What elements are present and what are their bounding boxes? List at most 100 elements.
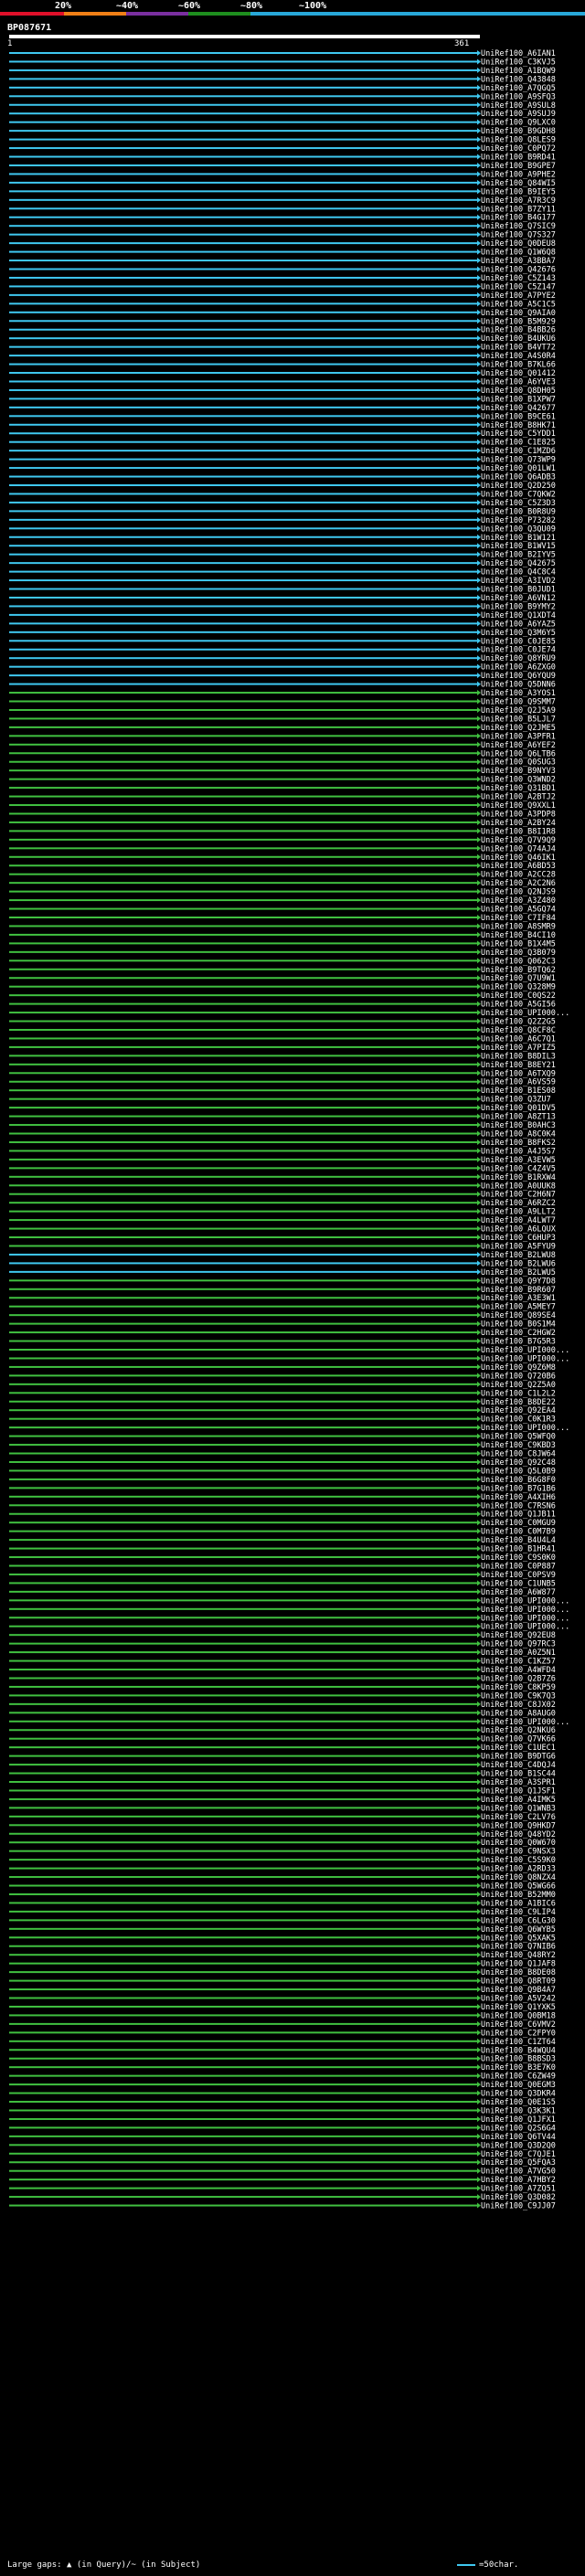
hit-bar[interactable] [9,388,477,391]
hit-bar[interactable] [9,2126,477,2129]
hit-bar[interactable] [9,518,477,521]
hit-bar[interactable] [9,579,477,582]
hit-bar[interactable] [9,570,477,573]
hit-bar[interactable] [9,268,477,270]
hit-bar[interactable] [9,1892,477,1895]
hit-bar[interactable] [9,233,477,236]
hit-bar[interactable] [9,1979,477,1982]
hit-bar[interactable] [9,760,477,763]
hit-bar[interactable] [9,484,477,486]
hit-bar[interactable] [9,225,477,228]
hit-bar[interactable] [9,190,477,193]
hit-bar[interactable] [9,2135,477,2137]
hit-bar[interactable] [9,1270,477,1273]
hit-bar[interactable] [9,60,477,63]
hit-bar[interactable] [9,458,477,461]
hit-bar[interactable] [9,1020,477,1023]
hit-bar[interactable] [9,1832,477,1835]
hit-bar[interactable] [9,2169,477,2172]
hit-bar[interactable] [9,2049,477,2051]
hit-bar[interactable] [9,1729,477,1732]
hit-bar[interactable] [9,1815,477,1818]
hit-bar[interactable] [9,198,477,201]
hit-bar[interactable] [9,1288,477,1290]
hit-bar[interactable] [9,1884,477,1887]
hit-bar[interactable] [9,1867,477,1870]
hit-bar[interactable] [9,1859,477,1861]
hit-bar[interactable] [9,328,477,331]
hit-bar[interactable] [9,899,477,902]
hit-bar[interactable] [9,2040,477,2042]
hit-bar[interactable] [9,717,477,720]
hit-bar[interactable] [9,181,477,184]
hit-bar[interactable] [9,838,477,841]
hit-bar[interactable] [9,103,477,106]
hit-bar[interactable] [9,2031,477,2034]
hit-bar[interactable] [9,708,477,711]
hit-bar[interactable] [9,1210,477,1213]
hit-bar[interactable] [9,147,477,150]
hit-bar[interactable] [9,1279,477,1282]
hit-bar[interactable] [9,1824,477,1827]
hit-bar[interactable] [9,692,477,694]
hit-bar[interactable] [9,1028,477,1031]
hit-bar[interactable] [9,1772,477,1775]
hit-bar[interactable] [9,130,477,133]
hit-bar[interactable] [9,372,477,375]
hit-bar[interactable] [9,501,477,504]
hit-bar[interactable] [9,1184,477,1187]
hit-bar[interactable] [9,1305,477,1308]
hit-bar[interactable] [9,553,477,556]
hit-bar[interactable] [9,1089,477,1092]
hit-bar[interactable] [9,994,477,997]
hit-bar[interactable] [9,1746,477,1749]
hit-bar[interactable] [9,1055,477,1057]
hit-bar[interactable] [9,985,477,988]
hit-bar[interactable] [9,1236,477,1239]
hit-bar[interactable] [9,95,477,98]
hit-bar[interactable] [9,1115,477,1118]
hit-bar[interactable] [9,1150,477,1152]
hit-bar[interactable] [9,2022,477,2025]
hit-bar[interactable] [9,925,477,928]
hit-bar[interactable] [9,1080,477,1083]
hit-label[interactable]: UniRef100_C9JJ07 [481,2202,556,2211]
hit-bar[interactable] [9,1590,477,1593]
hit-bar[interactable] [9,302,477,305]
hit-bar[interactable] [9,1512,477,1515]
hit-bar[interactable] [9,1625,477,1627]
hit-bar[interactable] [9,613,477,616]
hit-bar[interactable] [9,1789,477,1792]
hit-bar[interactable] [9,804,477,807]
hit-bar[interactable] [9,968,477,970]
hit-bar[interactable] [9,1495,477,1498]
hit-bar[interactable] [9,1383,477,1385]
hit-bar[interactable] [9,1444,477,1447]
hit-bar[interactable] [9,2204,477,2207]
hit-bar[interactable] [9,535,477,538]
hit-bar[interactable] [9,1797,477,1800]
hit-bar[interactable] [9,847,477,850]
hit-bar[interactable] [9,207,477,210]
hit-bar[interactable] [9,1539,477,1542]
hit-bar[interactable] [9,467,477,470]
hit-bar[interactable] [9,311,477,313]
hit-bar[interactable] [9,1219,477,1222]
hit-bar[interactable] [9,250,477,253]
hit-bar[interactable] [9,1357,477,1360]
hit-bar[interactable] [9,1202,477,1204]
hit-bar[interactable] [9,735,477,737]
hit-bar[interactable] [9,2152,477,2155]
hit-bar[interactable] [9,2005,477,2008]
hit-bar[interactable] [9,890,477,893]
hit-bar[interactable] [9,1504,477,1507]
hit-bar[interactable] [9,52,477,54]
hit-bar[interactable] [9,1193,477,1195]
hit-bar[interactable] [9,1962,477,1965]
hit-bar[interactable] [9,1124,477,1127]
hit-bar[interactable] [9,1547,477,1550]
hit-bar[interactable] [9,1685,477,1688]
hit-bar[interactable] [9,769,477,772]
hit-bar[interactable] [9,78,477,80]
hit-bar[interactable] [9,1140,477,1143]
